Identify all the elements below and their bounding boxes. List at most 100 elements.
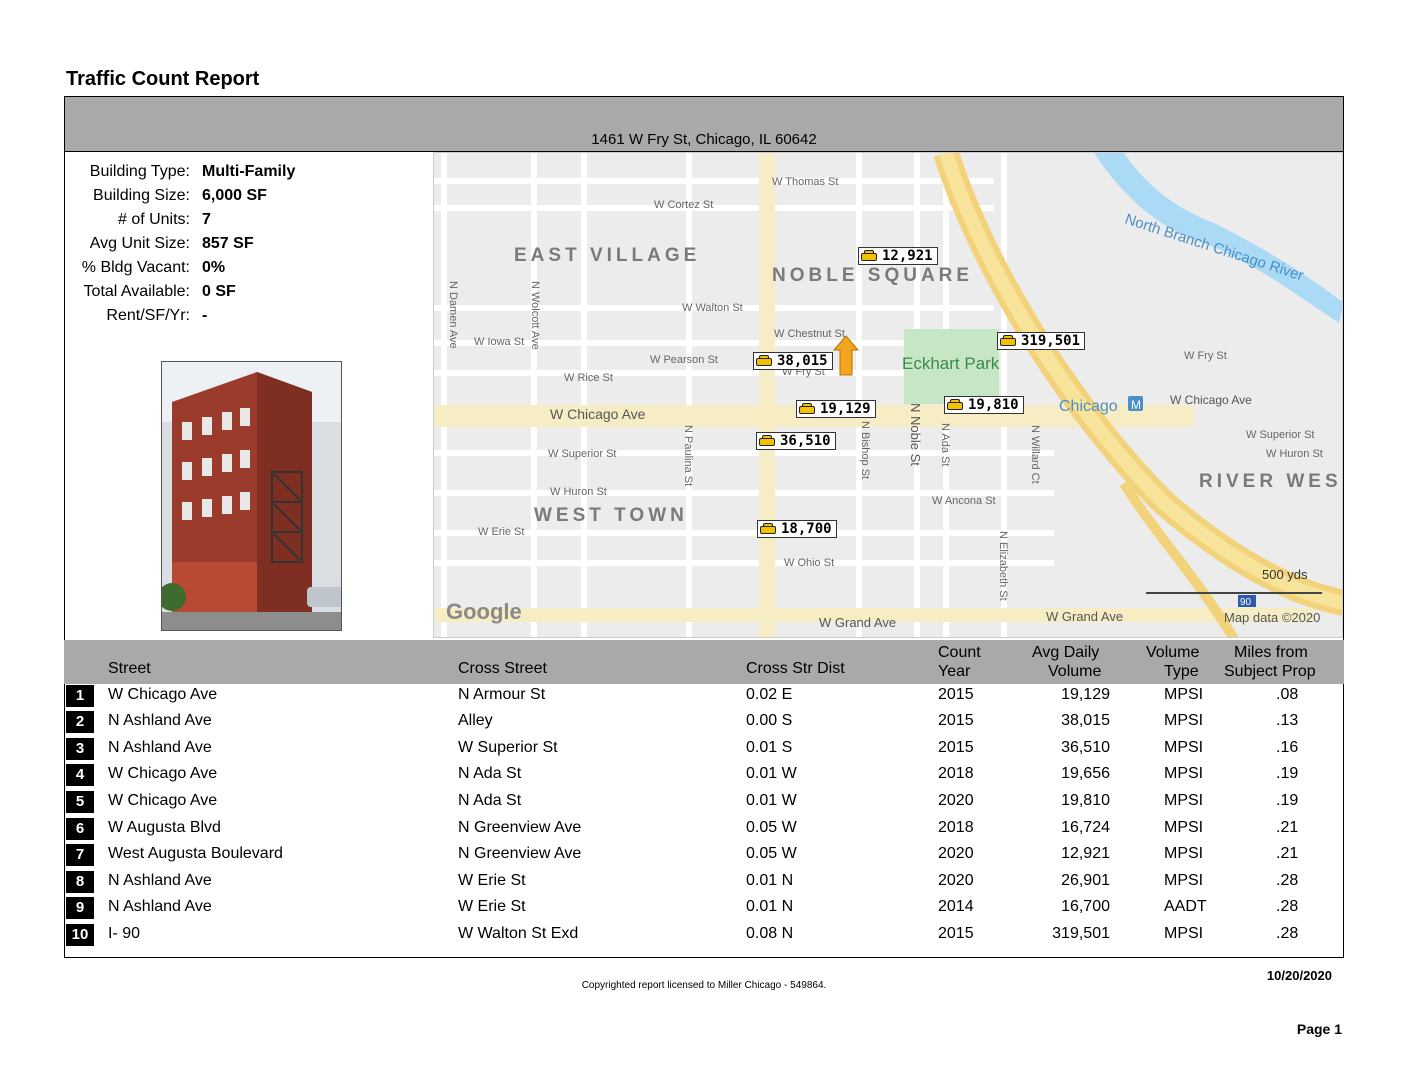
cell-year: 2015 <box>938 712 974 729</box>
cell-volume: 319,501 <box>1052 925 1110 942</box>
info-row-building-type: Building Type: Multi-Family <box>66 162 426 186</box>
table-row: 6 W Augusta Blvd N Greenview Ave 0.05 W … <box>64 817 1344 843</box>
cell-cross-dist: 0.01 W <box>746 792 797 809</box>
map-street: W Ohio St <box>784 557 834 569</box>
cell-type: MPSI <box>1164 765 1204 782</box>
cell-year: 2018 <box>938 819 974 836</box>
header-cross-street: Cross Street <box>458 660 547 677</box>
car-icon <box>757 433 777 449</box>
cell-cross-dist: 0.05 W <box>746 819 797 836</box>
map-street: W Cortez St <box>654 199 713 211</box>
cell-cross-street: Alley <box>458 712 493 729</box>
table-row: 10 I- 90 W Walton St Exd 0.08 N 2015 319… <box>64 923 1344 949</box>
cell-cross-street: N Greenview Ave <box>458 845 582 862</box>
cell-miles: .19 <box>1276 765 1299 782</box>
info-value: 0 SF <box>202 283 236 300</box>
table-row: 7 West Augusta Boulevard N Greenview Ave… <box>64 843 1344 869</box>
row-number: 10 <box>66 924 94 946</box>
row-number: 4 <box>66 764 94 786</box>
count-value: 38,015 <box>777 353 828 369</box>
cell-type: MPSI <box>1164 739 1204 756</box>
count-badge[interactable]: 38,015 <box>753 352 833 370</box>
cell-volume: 19,810 <box>1061 792 1110 809</box>
cell-miles: .08 <box>1276 686 1299 703</box>
cell-volume: 19,129 <box>1061 686 1110 703</box>
row-number: 3 <box>66 738 94 760</box>
report-title: Traffic Count Report <box>66 68 260 90</box>
count-value: 18,700 <box>781 521 832 537</box>
table-row: 4 W Chicago Ave N Ada St 0.01 W 2018 19,… <box>64 763 1344 789</box>
row-number: 7 <box>66 844 94 866</box>
map-label-west-town: WEST TOWN <box>534 505 688 526</box>
map-street: W Walton St <box>682 302 743 314</box>
cell-cross-dist: 0.02 E <box>746 686 793 703</box>
count-value: 36,510 <box>780 433 831 449</box>
cell-volume: 19,656 <box>1061 765 1110 782</box>
svg-text:500 yds: 500 yds <box>1262 567 1308 582</box>
cell-year: 2020 <box>938 792 974 809</box>
map-street: N Damen Ave <box>447 281 459 349</box>
count-badge[interactable]: 36,510 <box>756 432 836 450</box>
map-street: W Ancona St <box>932 495 996 507</box>
map-street: N Wolcott Ave <box>529 281 541 350</box>
cell-cross-street: N Greenview Ave <box>458 819 582 836</box>
cell-cross-street: W Erie St <box>458 872 526 889</box>
header-avg-daily: Avg Daily <box>1032 644 1100 661</box>
cell-year: 2018 <box>938 765 974 782</box>
map-label-park: Eckhart Park <box>902 354 1000 373</box>
map-street: W Iowa St <box>474 336 524 348</box>
map-street: W Thomas St <box>772 176 838 188</box>
count-badge[interactable]: 18,700 <box>757 520 837 538</box>
cell-type: MPSI <box>1164 819 1204 836</box>
cell-cross-dist: 0.00 S <box>746 712 793 729</box>
car-icon <box>754 353 774 369</box>
table-row: 8 N Ashland Ave W Erie St 0.01 N 2020 26… <box>64 870 1344 896</box>
property-address: 1461 W Fry St, Chicago, IL 60642 <box>591 131 817 148</box>
car-icon <box>797 401 817 417</box>
cell-year: 2020 <box>938 872 974 889</box>
info-value: 0% <box>202 259 226 276</box>
map-street: N Elizabeth St <box>997 531 1009 601</box>
map-street: W Huron St <box>550 486 607 498</box>
cell-street: West Augusta Boulevard <box>108 845 283 862</box>
count-badge[interactable]: 319,501 <box>997 332 1086 350</box>
row-number: 8 <box>66 871 94 893</box>
cell-type: MPSI <box>1164 845 1204 862</box>
map-street: W Huron St <box>1266 448 1323 460</box>
building-photo <box>161 361 342 631</box>
cell-cross-street: W Superior St <box>458 739 558 756</box>
count-value: 19,129 <box>820 401 871 417</box>
map-street: W Chestnut St <box>774 328 845 340</box>
count-badge[interactable]: 19,810 <box>944 396 1024 414</box>
map-street: W Fry St <box>1184 350 1227 362</box>
cell-miles: .28 <box>1276 898 1299 915</box>
count-value: 12,921 <box>882 248 933 264</box>
car-icon <box>859 248 879 264</box>
cell-year: 2020 <box>938 845 974 862</box>
map-street: W Rice St <box>564 372 613 384</box>
count-badge[interactable]: 12,921 <box>858 247 938 265</box>
info-label: # of Units: <box>117 211 190 228</box>
header-street: Street <box>108 660 151 677</box>
map-street: W Grand Ave <box>819 615 896 630</box>
cell-cross-street: W Walton St Exd <box>458 925 579 942</box>
cell-miles: .28 <box>1276 925 1299 942</box>
traffic-map[interactable]: EAST VILLAGE NOBLE SQUARE WEST TOWN RIVE… <box>433 152 1343 638</box>
cell-type: AADT <box>1164 898 1207 915</box>
count-badge[interactable]: 19,129 <box>796 400 876 418</box>
cell-year: 2015 <box>938 739 974 756</box>
cell-street: N Ashland Ave <box>108 872 212 889</box>
row-number: 2 <box>66 711 94 733</box>
header-subject-prop: Subject Prop <box>1224 663 1316 680</box>
cell-year: 2014 <box>938 898 974 915</box>
cell-cross-street: N Ada St <box>458 792 522 809</box>
cell-street: W Chicago Ave <box>108 792 218 809</box>
map-label-river-west: RIVER WES <box>1199 471 1342 492</box>
map-street: N Paulina St <box>682 425 694 486</box>
metro-icon: M <box>1128 396 1143 412</box>
info-label: Rent/SF/Yr: <box>106 307 190 324</box>
cell-volume: 26,901 <box>1061 872 1110 889</box>
interstate-shield-icon: 90 <box>1238 595 1256 608</box>
count-value: 19,810 <box>968 397 1019 413</box>
cell-cross-dist: 0.05 W <box>746 845 797 862</box>
